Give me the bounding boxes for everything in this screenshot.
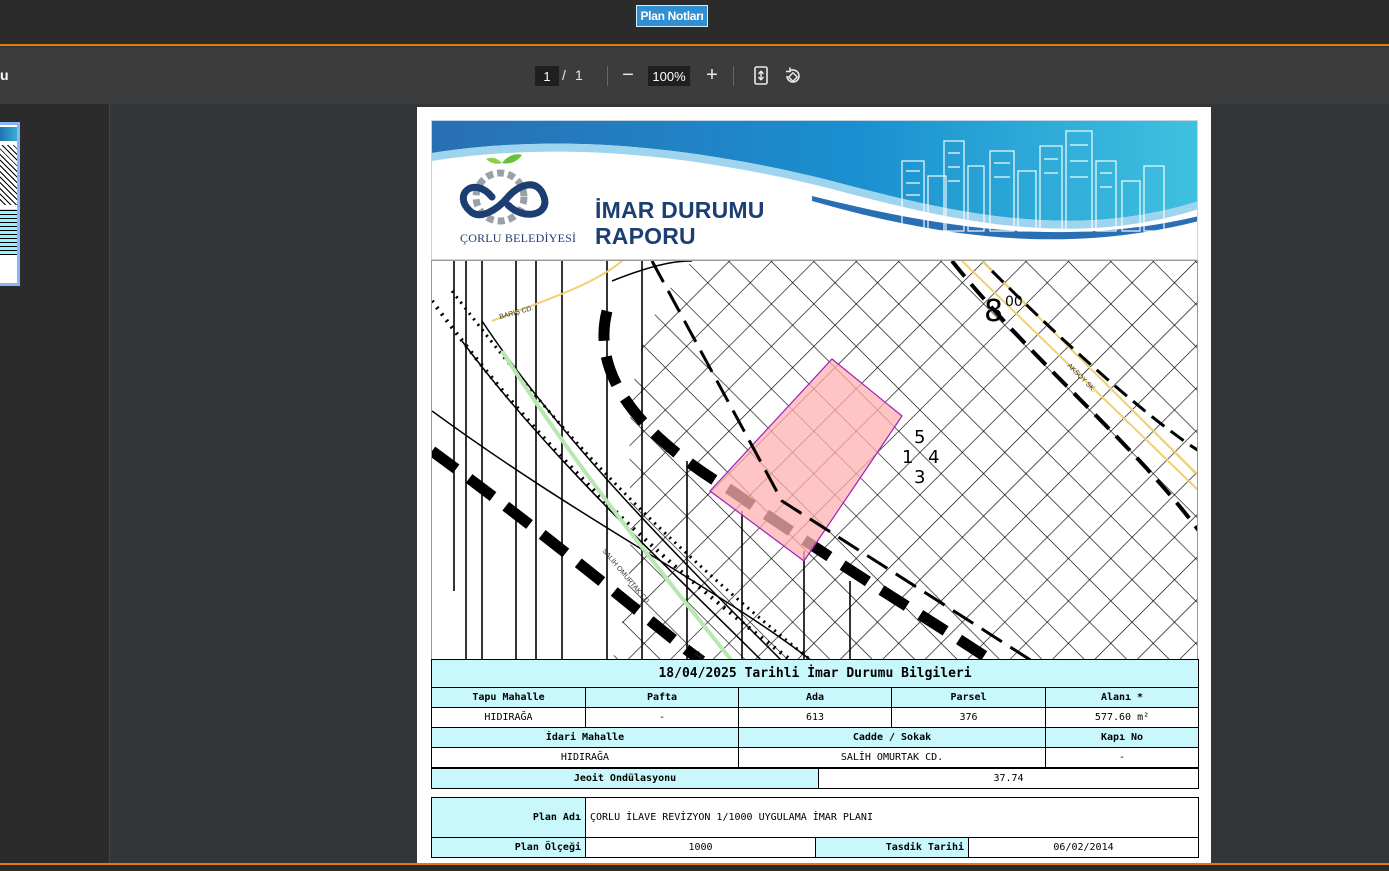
header-pafta: Pafta <box>585 687 739 708</box>
elevation-sup-label: 00 <box>1005 294 1023 310</box>
page-thumbnail[interactable] <box>0 122 20 286</box>
report-title: İMAR DURUMU RAPORU <box>595 197 765 249</box>
toolbar-divider <box>733 66 734 86</box>
value-tapu-mahalle: HIDIRAĞA <box>431 707 586 728</box>
zoom-in-button[interactable]: + <box>702 62 722 88</box>
plan-notes-button[interactable]: Plan Notları <box>636 5 708 27</box>
header-parsel: Parsel <box>891 687 1046 708</box>
header-ada: Ada <box>738 687 892 708</box>
document-title: u <box>0 67 9 83</box>
header-idari-mahalle: İdari Mahalle <box>431 727 739 748</box>
elevation-label: 8 <box>984 294 1003 329</box>
pdf-toolbar: u 1 / 1 − 100% + <box>0 48 1389 104</box>
parcel-number-3: 3 <box>914 467 925 488</box>
zoning-map[interactable]: BARIŞ CD. AKSOY SK. SALİH OMURTAK CD. SA… <box>431 260 1198 660</box>
zoom-level-input[interactable]: 100% <box>648 66 690 86</box>
value-kapi-no: - <box>1044 747 1200 768</box>
rotate-icon[interactable] <box>783 66 803 86</box>
report-header: ÇORLU BELEDİYESİ İMAR DURUMU RAPORU <box>431 120 1198 260</box>
pdf-page: ÇORLU BELEDİYESİ İMAR DURUMU RAPORU BARI… <box>417 107 1211 867</box>
zoning-info-table: 18/04/2025 Tarihli İmar Durumu Bilgileri… <box>430 659 1200 789</box>
value-ada: 613 <box>738 707 892 728</box>
value-idari-mahalle: HIDIRAĞA <box>431 747 739 768</box>
top-bar: Plan Notları <box>0 0 1389 46</box>
header-cadde-sokak: Cadde / Sokak <box>738 727 1046 748</box>
plan-scale-label: Plan Ölçeği <box>431 837 586 858</box>
value-cadde-sokak: SALİH OMURTAK CD. <box>738 747 1046 768</box>
header-tapu-mahalle: Tapu Mahalle <box>431 687 586 708</box>
plan-scale-value: 1000 <box>585 837 816 858</box>
approval-date-label: Tasdik Tarihi <box>815 837 969 858</box>
geoid-label: Jeoit Ondülasyonu <box>431 768 819 789</box>
value-parsel: 376 <box>891 707 1046 728</box>
geoid-value: 37.74 <box>818 768 1199 789</box>
current-page-input[interactable]: 1 <box>535 66 559 86</box>
header-kapi-no: Kapı No <box>1044 727 1200 748</box>
plan-name-value: ÇORLU İLAVE REVİZYON 1/1000 UYGULAMA İMA… <box>584 797 1200 838</box>
plan-name-label: Plan Adı <box>431 797 586 838</box>
municipality-logo-text: ÇORLU BELEDİYESİ <box>460 231 577 245</box>
report-title-line1: İMAR DURUMU <box>595 197 765 223</box>
fit-page-icon[interactable] <box>752 66 770 86</box>
approval-date-value: 06/02/2014 <box>967 837 1200 858</box>
info-heading: 18/04/2025 Tarihli İmar Durumu Bilgileri <box>430 659 1200 688</box>
bottom-bar <box>0 863 1389 871</box>
total-pages: 1 <box>575 67 583 83</box>
header-alan: Alanı * <box>1044 687 1200 708</box>
parcel-number-4: 4 <box>928 447 939 468</box>
toolbar-divider <box>607 66 608 86</box>
value-alan: 577.60 m² <box>1044 707 1200 728</box>
value-pafta: - <box>585 707 739 728</box>
parcel-number-5: 5 <box>914 427 925 448</box>
plan-info-table: Plan Adı ÇORLU İLAVE REVİZYON 1/1000 UYG… <box>431 797 1200 858</box>
report-title-line2: RAPORU <box>595 223 696 249</box>
page-separator: / <box>562 67 566 83</box>
zoom-out-button[interactable]: − <box>618 62 638 88</box>
thumbnail-sidebar <box>0 104 110 864</box>
parcel-number-1: 1 <box>902 447 913 468</box>
